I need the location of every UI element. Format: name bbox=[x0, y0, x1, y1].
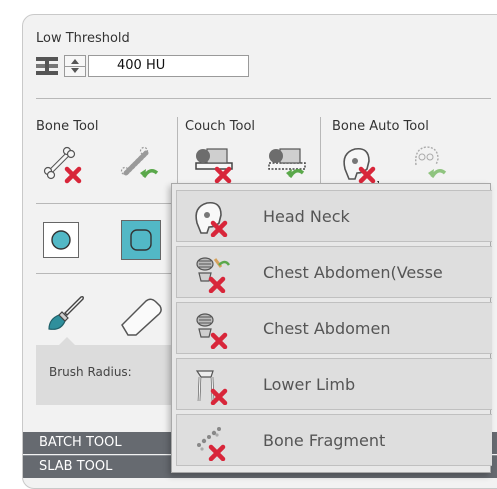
eraser-icon[interactable] bbox=[118, 295, 164, 337]
dropdown-item-lower-limb[interactable]: Lower Limb bbox=[176, 358, 492, 410]
circle-icon bbox=[51, 230, 71, 250]
rounded-square-icon bbox=[130, 229, 152, 251]
couch-remove-icon[interactable] bbox=[193, 143, 235, 185]
dropdown-item-label: Head Neck bbox=[263, 207, 350, 226]
circle-shape-button[interactable] bbox=[43, 222, 79, 258]
bone-fragment-remove-icon bbox=[197, 427, 226, 461]
bone-auto-tool-label: Bone Auto Tool bbox=[332, 119, 429, 134]
dropdown-item-label: Lower Limb bbox=[263, 375, 356, 394]
bone-auto-tool-dropdown: Head Neck Chest Abdomen(Vesse Chest Abdo… bbox=[171, 183, 492, 473]
couch-undo-icon[interactable] bbox=[266, 143, 308, 185]
bone-undo-icon[interactable] bbox=[120, 143, 162, 185]
couch-tool-label: Couch Tool bbox=[185, 119, 256, 134]
low-threshold-input[interactable]: 400 HU bbox=[88, 55, 249, 77]
rounded-square-shape-button[interactable] bbox=[121, 220, 161, 260]
dropdown-item-label: Chest Abdomen bbox=[263, 319, 391, 338]
dropdown-item-head-neck[interactable]: Head Neck bbox=[176, 190, 492, 242]
dropdown-item-bone-fragment[interactable]: Bone Fragment bbox=[176, 414, 492, 466]
brush-icon[interactable] bbox=[43, 293, 87, 337]
threshold-spinner[interactable] bbox=[64, 55, 86, 77]
bone-remove-icon[interactable] bbox=[43, 143, 85, 185]
dropdown-item-label: Bone Fragment bbox=[263, 431, 386, 450]
bone-tool-label: Bone Tool bbox=[36, 119, 99, 134]
spin-up-icon[interactable] bbox=[71, 59, 79, 64]
threshold-stack-icon[interactable] bbox=[36, 57, 58, 75]
head-neck-remove-icon bbox=[195, 201, 228, 237]
dropdown-item-chest-abdomen[interactable]: Chest Abdomen bbox=[176, 302, 492, 354]
divider bbox=[36, 98, 491, 99]
bone-auto-undo-icon[interactable] bbox=[408, 143, 450, 185]
chest-abdomen-vessel-remove-icon bbox=[196, 257, 231, 293]
dropdown-item-label: Chest Abdomen(Vesse bbox=[263, 263, 443, 282]
bone-auto-remove-icon[interactable] bbox=[337, 143, 379, 185]
low-threshold-label: Low Threshold bbox=[36, 31, 130, 46]
spin-down-icon[interactable] bbox=[71, 68, 79, 73]
brush-radius-label: Brush Radius: bbox=[49, 365, 132, 379]
chest-abdomen-remove-icon bbox=[196, 313, 228, 349]
lower-limb-remove-icon bbox=[195, 370, 228, 405]
dropdown-item-chest-abdomen-vessel[interactable]: Chest Abdomen(Vesse bbox=[176, 246, 492, 298]
